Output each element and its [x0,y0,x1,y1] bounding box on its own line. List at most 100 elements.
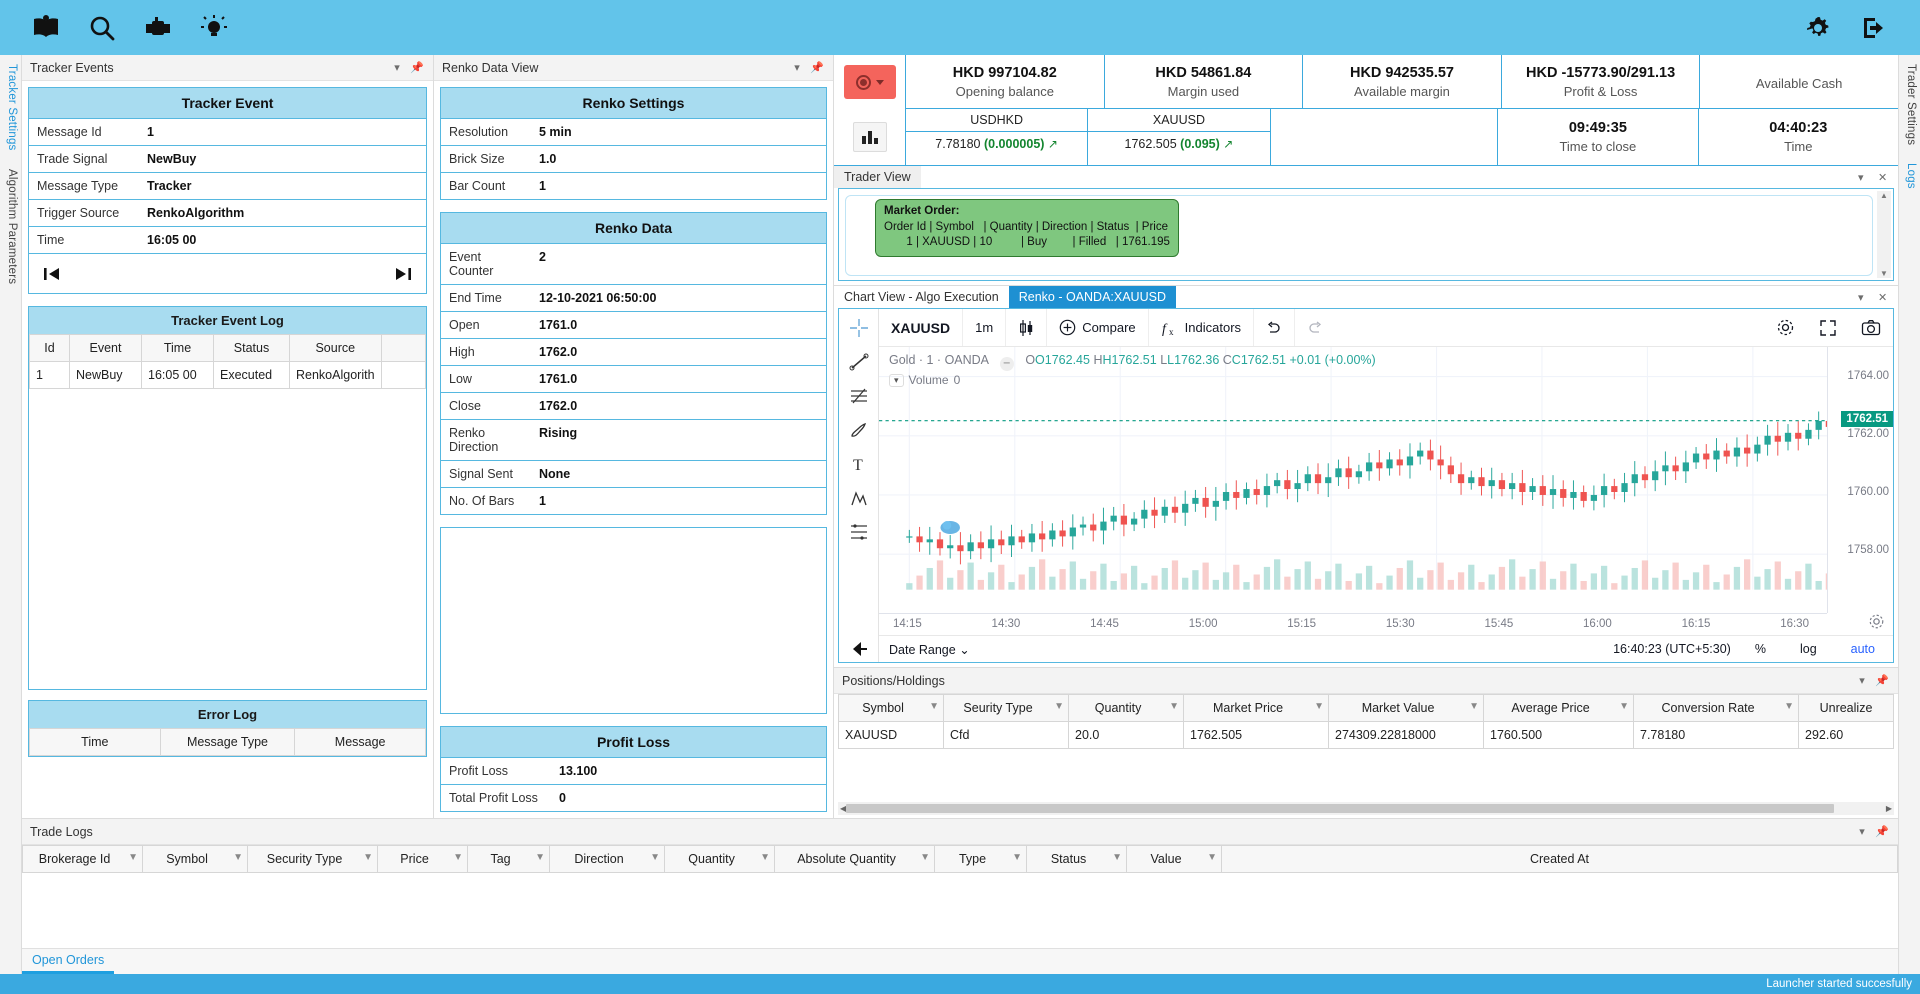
pin-icon[interactable]: 📌 [407,61,427,74]
camera-icon[interactable] [1849,319,1893,336]
auto-scale-button[interactable]: auto [1841,642,1885,656]
col-quantity[interactable]: Quantity ▼ [664,845,775,873]
col-brokerage-id[interactable]: Brokerage Id ▼ [22,845,143,873]
pin-icon[interactable]: 📌 [1872,674,1892,687]
tab-trader-view[interactable]: Trader View [834,166,921,188]
col-symbol[interactable]: Symbol ▼ [838,694,944,722]
chevron-down-icon[interactable]: ▾ [1852,825,1872,838]
trader-view-scrollbar[interactable]: ▲ ▼ [1877,191,1891,278]
idea-bulb-icon[interactable] [186,6,242,50]
filter-icon[interactable]: ▼ [1112,852,1122,863]
chart-price-axis[interactable]: 1764.00 1762.00 1760.00 1758.00 1762.51 [1827,347,1893,613]
filter-icon[interactable]: ▼ [1054,701,1064,712]
filter-icon[interactable]: ▼ [363,852,373,863]
gear-icon[interactable] [1790,6,1846,50]
fib-retracement-icon[interactable] [845,383,873,409]
collapse-toolbar-icon[interactable] [845,636,873,662]
filter-icon[interactable]: ▼ [1012,852,1022,863]
chevron-down-icon[interactable]: ▾ [787,61,807,74]
close-icon[interactable]: ✕ [1878,166,1898,188]
compare-button[interactable]: Compare [1047,309,1149,346]
table-row[interactable]: 1 NewBuy 16:05 00 Executed RenkoAlgorith [29,361,427,389]
col-tag[interactable]: Tag ▼ [467,845,550,873]
filter-icon[interactable]: ▼ [650,852,660,863]
close-icon[interactable]: ✕ [1878,286,1898,308]
log-scale-button[interactable]: log [1790,642,1827,656]
filter-icon[interactable]: ▼ [1207,852,1217,863]
positions-horizontal-scrollbar[interactable]: ◀ ▶ [838,802,1894,815]
measure-icon[interactable] [845,519,873,545]
fullscreen-icon[interactable] [1807,319,1849,337]
col-symbol[interactable]: Symbol ▼ [142,845,248,873]
col-security-type[interactable]: Seurity Type ▼ [943,694,1069,722]
col-market-value[interactable]: Market Value ▼ [1328,694,1484,722]
indicators-button[interactable]: fx Indicators [1149,309,1255,346]
scroll-right-arrow[interactable]: ▶ [1886,804,1892,813]
symbol-xauusd[interactable]: XAUUSD 1762.505 (0.095) ↗ [1088,109,1271,165]
next-event-button[interactable] [392,264,414,287]
logout-icon[interactable] [1846,6,1902,50]
chevron-down-icon[interactable] [875,79,884,85]
scrollbar-thumb[interactable] [846,804,1834,813]
col-status[interactable]: Status ▼ [1026,845,1127,873]
tab-renko-oanda-xauusd[interactable]: Renko - OANDA:XAUUSD [1008,286,1176,308]
filter-icon[interactable]: ▼ [760,852,770,863]
col-price[interactable]: Price ▼ [377,845,468,873]
filter-icon[interactable]: ▼ [1469,701,1479,712]
filter-icon[interactable]: ▼ [233,852,243,863]
book-icon[interactable] [18,6,74,50]
brush-icon[interactable] [845,417,873,443]
pin-icon[interactable]: 📌 [1872,825,1892,838]
filter-icon[interactable]: ▼ [1314,701,1324,712]
sidebar-item-algorithm-parameters[interactable]: Algorithm Parameters [0,160,21,293]
filter-icon[interactable]: ▼ [453,852,463,863]
redo-icon[interactable] [1295,309,1335,346]
sidebar-item-tracker-settings[interactable]: Tracker Settings [0,55,21,160]
tab-chart-view-algo-execution[interactable]: Chart View - Algo Execution [834,286,1009,308]
col-created-at[interactable]: Created At [1221,845,1898,873]
scroll-down-arrow[interactable]: ▼ [1880,269,1888,278]
chevron-down-icon[interactable]: ▾ [1858,166,1878,188]
filter-icon[interactable]: ▼ [535,852,545,863]
date-range-button[interactable]: Date Range ⌄ [879,642,980,657]
scroll-up-arrow[interactable]: ▲ [1880,191,1888,200]
col-market-price[interactable]: Market Price ▼ [1183,694,1329,722]
col-type[interactable]: Type ▼ [934,845,1027,873]
col-conversion-rate[interactable]: Conversion Rate ▼ [1633,694,1799,722]
col-direction[interactable]: Direction ▼ [549,845,665,873]
hide-series-icon[interactable]: − [999,357,1014,371]
sidebar-item-logs[interactable]: Logs [1899,154,1920,198]
tab-open-orders[interactable]: Open Orders [22,949,115,974]
filter-icon[interactable]: ▼ [1169,701,1179,712]
table-row[interactable]: XAUUSD Cfd 20.0 1762.505 274309.22818000… [838,721,1894,749]
chevron-down-icon[interactable]: ▾ [387,61,407,74]
undo-icon[interactable] [1254,309,1296,346]
chart-interval-selector[interactable]: 1m [963,309,1007,346]
filter-icon[interactable]: ▼ [929,701,939,712]
chevron-down-icon[interactable]: ▾ [889,373,904,387]
text-tool-icon[interactable]: T [845,451,873,477]
sidebar-item-trader-settings[interactable]: Trader Settings [1899,55,1920,154]
crosshair-icon[interactable] [845,315,873,341]
chart-plot-area[interactable]: Gold · 1 · OANDA − OXAUUSD closeO1762.45… [879,347,1893,635]
engine-icon[interactable] [130,6,186,50]
candlestick-icon[interactable] [1006,309,1048,346]
prev-event-button[interactable] [41,264,63,287]
filter-icon[interactable]: ▼ [920,852,930,863]
col-absolute-quantity[interactable]: Absolute Quantity ▼ [774,845,935,873]
col-unrealized[interactable]: Unrealize [1798,694,1894,722]
search-icon[interactable] [74,6,130,50]
pin-icon[interactable]: 📌 [807,61,827,74]
filter-icon[interactable]: ▼ [128,852,138,863]
stop-record-button[interactable] [843,65,896,99]
gear-icon[interactable] [1764,318,1807,337]
chart-symbol-selector[interactable]: XAUUSD [879,309,964,346]
pattern-tool-icon[interactable] [845,485,873,511]
col-security-type[interactable]: Security Type ▼ [247,845,378,873]
chart-settings-gear-icon[interactable] [1868,613,1885,633]
symbol-usdhkd[interactable]: USDHKD 7.78180 (0.000005) ↗ [906,109,1089,165]
col-value[interactable]: Value ▼ [1126,845,1222,873]
filter-icon[interactable]: ▼ [1784,701,1794,712]
chevron-down-icon[interactable]: ▾ [1858,286,1878,308]
filter-icon[interactable]: ▼ [1619,701,1629,712]
